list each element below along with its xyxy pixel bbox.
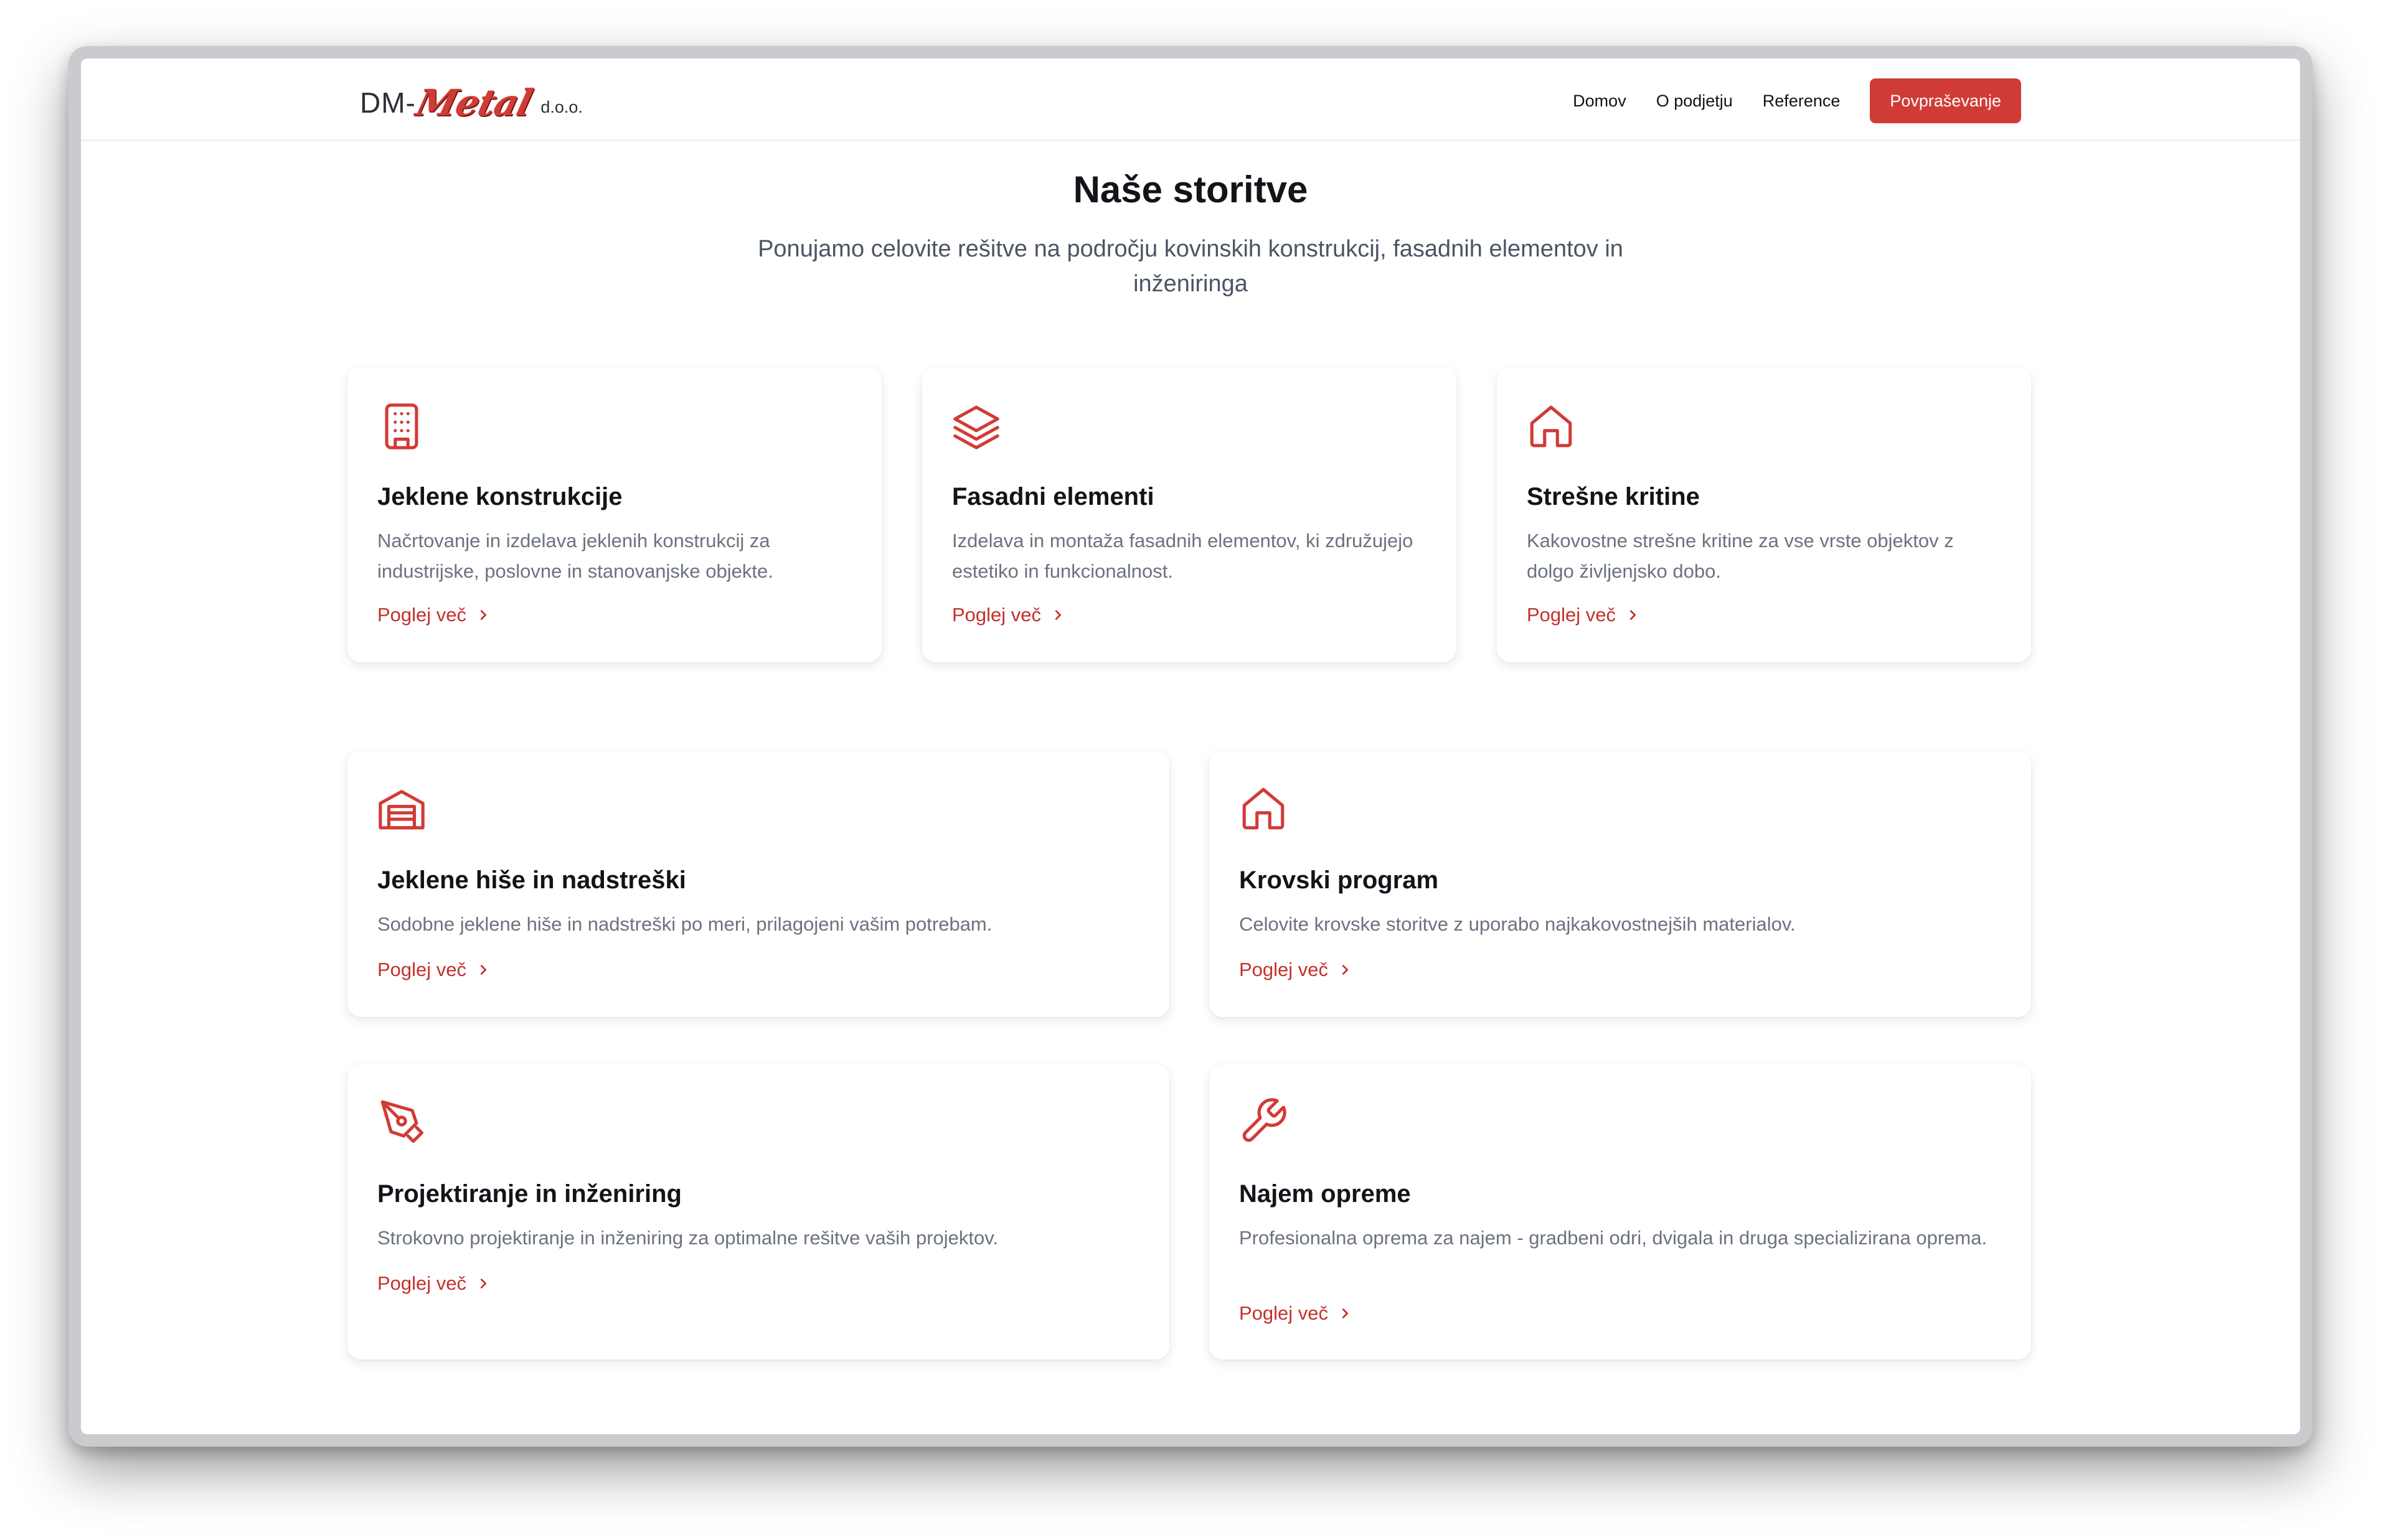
service-card-jeklene-konstrukcije[interactable]: Jeklene konstrukcije Načrtovanje in izde… (347, 367, 882, 662)
read-more-label: Poglej več (377, 1272, 467, 1294)
read-more-link[interactable]: Poglej več (377, 1272, 490, 1295)
service-card-jeklene-hise[interactable]: Jeklene hiše in nadstreški Sodobne jekle… (347, 751, 1169, 1017)
service-card-title: Jeklene konstrukcije (377, 483, 623, 510)
chevron-right-icon (1051, 608, 1065, 622)
service-card-description: Sodobne jeklene hiše in nadstreški po me… (377, 913, 992, 935)
service-card-description: Kakovostne strešne kritine za vse vrste … (1527, 530, 1954, 582)
device-frame: DM- Metal d.o.o. Domov O podjetju Refere… (68, 46, 2313, 1447)
chevron-right-icon (476, 963, 490, 977)
chevron-right-icon (476, 1277, 490, 1290)
read-more-link[interactable]: Poglej več (377, 604, 490, 626)
service-card-description: Strokovno projektiranje in inženiring za… (377, 1227, 999, 1249)
service-card-najem-opreme[interactable]: Najem opreme Profesionalna oprema za naj… (1209, 1064, 2031, 1359)
inquiry-button[interactable]: Povpraševanje (1870, 78, 2021, 123)
service-card-projektiranje[interactable]: Projektiranje in inženiring Strokovno pr… (347, 1064, 1169, 1359)
page-title: Naše storitve (1073, 169, 1308, 210)
nav-link-domov[interactable]: Domov (1573, 92, 1626, 111)
service-card-description: Celovite krovske storitve z uporabo najk… (1239, 913, 1796, 935)
wrench-icon (1238, 1096, 1289, 1147)
service-card-description: Izdelava in montaža fasadnih elementov, … (952, 530, 1413, 582)
service-card-title: Najem opreme (1239, 1180, 1411, 1208)
service-card-krovski-program[interactable]: Krovski program Celovite krovske storitv… (1209, 751, 2031, 1017)
main-navigation: Domov O podjetju Reference Povpraševanje (1543, 78, 2021, 123)
browser-viewport: DM- Metal d.o.o. Domov O podjetju Refere… (81, 59, 2300, 1434)
service-card-description: Načrtovanje in izdelava jeklenih konstru… (377, 530, 773, 582)
layers-icon (951, 401, 1002, 452)
read-more-link[interactable]: Poglej več (1239, 959, 1352, 981)
pen-tool-icon (376, 1096, 427, 1147)
chevron-right-icon (1626, 608, 1639, 622)
nav-link-reference[interactable]: Reference (1763, 92, 1841, 111)
read-more-link[interactable]: Poglej več (1239, 1302, 1352, 1325)
read-more-link[interactable]: Poglej več (952, 604, 1065, 626)
read-more-label: Poglej več (377, 604, 467, 626)
logo-dm-text: DM- (360, 87, 416, 119)
service-card-stresne-kritine[interactable]: Strešne kritine Kakovostne strešne kriti… (1497, 367, 2031, 662)
site-header: DM- Metal d.o.o. Domov O podjetju Refere… (81, 59, 2300, 141)
service-card-title: Strešne kritine (1527, 483, 1700, 510)
home-icon (1525, 401, 1577, 452)
home-icon (1238, 783, 1289, 834)
chevron-right-icon (1338, 963, 1352, 977)
chevron-right-icon (1338, 1307, 1352, 1320)
read-more-label: Poglej več (1239, 959, 1329, 980)
service-card-title: Projektiranje in inženiring (377, 1180, 682, 1208)
chevron-right-icon (476, 608, 490, 622)
read-more-label: Poglej več (377, 959, 467, 980)
building-icon (376, 401, 427, 452)
logo-doo-text: d.o.o. (540, 97, 583, 116)
read-more-label: Poglej več (1239, 1302, 1329, 1324)
warehouse-icon (376, 783, 427, 834)
logo-metal-text: Metal (412, 82, 536, 124)
service-card-description: Profesionalna oprema za najem - gradbeni… (1239, 1227, 1987, 1249)
service-card-title: Fasadni elementi (952, 483, 1154, 510)
service-card-title: Krovski program (1239, 866, 1439, 894)
read-more-link[interactable]: Poglej več (377, 959, 490, 981)
nav-link-o-podjetju[interactable]: O podjetju (1656, 92, 1733, 111)
read-more-link[interactable]: Poglej več (1527, 604, 1639, 626)
service-card-title: Jeklene hiše in nadstreški (377, 866, 686, 894)
read-more-label: Poglej več (1527, 604, 1616, 626)
read-more-label: Poglej več (952, 604, 1042, 626)
service-card-fasadni-elementi[interactable]: Fasadni elementi Izdelava in montaža fas… (922, 367, 1456, 662)
company-logo[interactable]: DM- Metal d.o.o. (360, 81, 583, 124)
page-subtitle: Ponujamo celovite rešitve na področju ko… (758, 236, 1623, 297)
